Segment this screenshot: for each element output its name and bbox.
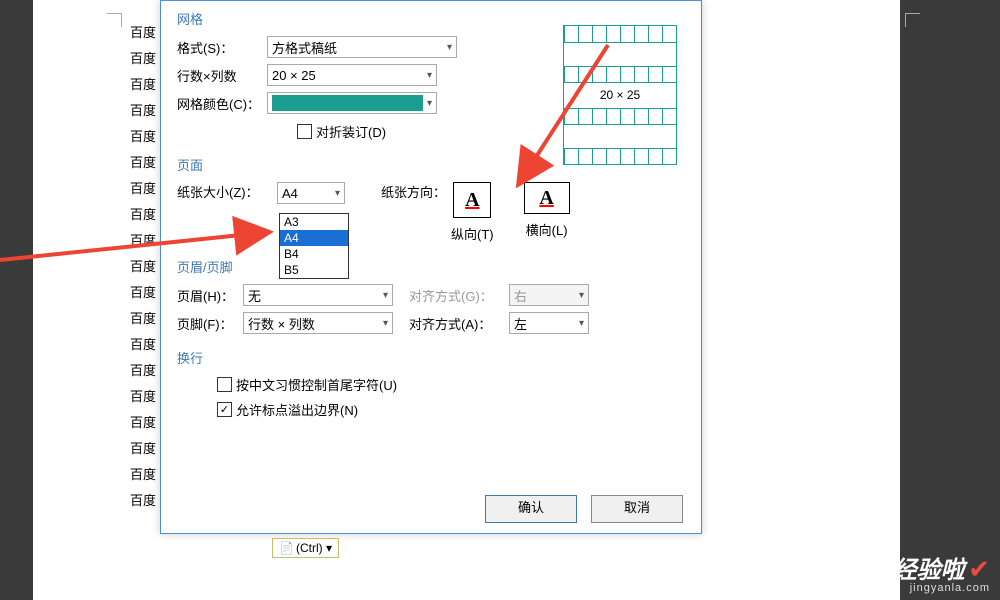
crop-mark-left	[107, 13, 125, 31]
bg-line: 百度	[130, 72, 156, 98]
header-label: 页眉(H)：	[177, 286, 243, 305]
bg-line: 百度	[130, 358, 156, 384]
color-swatch	[272, 95, 423, 111]
bg-line: 百度	[130, 306, 156, 332]
check-icon: ✔	[968, 554, 990, 584]
header-combo[interactable]: 无 ▾	[243, 284, 393, 306]
fold-binding-label: 对折装订(D)	[316, 122, 386, 141]
paper-size-label: 纸张大小(Z)：	[177, 182, 277, 201]
footer-combo[interactable]: 行数 × 列数 ▾	[243, 312, 393, 334]
paste-options-tag[interactable]: 📄 (Ctrl) ▾	[272, 538, 339, 558]
rowcol-label: 行数×列数	[177, 66, 267, 85]
manuscript-settings-dialog: 网格 格式(S)： 方格式稿纸 ▾ 行数×列数 20 × 25 ▾ 网格颜色(C…	[160, 0, 702, 534]
bg-line: 百度	[130, 228, 156, 254]
grid-preview-label: 20 × 25	[564, 88, 676, 102]
rowcol-combo[interactable]: 20 × 25 ▾	[267, 64, 437, 86]
paper-size-combo[interactable]: A4 ▾	[277, 182, 345, 204]
ok-button[interactable]: 确认	[485, 495, 577, 523]
landscape-option[interactable]: A 横向(L)	[524, 182, 570, 239]
chevron-down-icon: ▾	[427, 70, 432, 81]
bg-line: 百度	[130, 202, 156, 228]
header-align-label: 对齐方式(G)：	[409, 286, 509, 305]
landscape-label: 横向(L)	[526, 220, 568, 239]
bg-line: 百度	[130, 20, 156, 46]
paper-size-option-b4[interactable]: B4	[280, 246, 348, 262]
header-align-combo: 右 ▾	[509, 284, 589, 306]
grid-color-label: 网格颜色(C)：	[177, 94, 267, 113]
footer-align-label: 对齐方式(A)：	[409, 314, 509, 333]
format-combo[interactable]: 方格式稿纸 ▾	[267, 36, 457, 58]
clipboard-icon: 📄	[279, 541, 294, 555]
bg-line: 百度	[130, 332, 156, 358]
footer-label: 页脚(F)：	[177, 314, 243, 333]
wrap-section-title: 换行	[177, 348, 685, 367]
ctrl-label: (Ctrl) ▾	[296, 541, 332, 555]
background-text: 百度 百度 百度 百度 百度 百度 百度 百度 百度 百度 百度 百度 百度 百…	[130, 20, 156, 514]
fold-binding-checkbox[interactable]: 对折装订(D)	[297, 122, 386, 141]
chevron-down-icon: ▾	[383, 318, 388, 329]
header-footer-section: 页眉/页脚 页眉(H)： 无 ▾ 对齐方式(G)： 右 ▾ 页脚(F)： 行数 …	[161, 249, 701, 334]
paper-size-option-a3[interactable]: A3	[280, 214, 348, 230]
chevron-down-icon: ▾	[427, 98, 432, 109]
bg-line: 百度	[130, 436, 156, 462]
bg-line: 百度	[130, 176, 156, 202]
footer-align-value: 左	[514, 314, 527, 333]
paper-size-dropdown[interactable]: A3 A4 B4 B5	[279, 213, 349, 279]
format-label: 格式(S)：	[177, 38, 267, 57]
portrait-option[interactable]: A 纵向(T)	[451, 182, 494, 243]
watermark-url: jingyanla.com	[893, 583, 990, 594]
paper-size-option-b5[interactable]: B5	[280, 262, 348, 278]
checkbox-box-icon	[297, 124, 312, 139]
bg-line: 百度	[130, 462, 156, 488]
portrait-label: 纵向(T)	[451, 224, 494, 243]
header-align-value: 右	[514, 286, 527, 305]
portrait-icon: A	[453, 182, 491, 218]
orientation-label: 纸张方向：	[381, 182, 451, 201]
bg-line: 百度	[130, 46, 156, 72]
grid-preview: 20 × 25	[563, 25, 677, 165]
bg-line: 百度	[130, 254, 156, 280]
cancel-button[interactable]: 取消	[591, 495, 683, 523]
paper-size-value: A4	[282, 186, 298, 201]
chevron-down-icon: ▾	[447, 42, 452, 53]
checkbox-box-icon	[217, 377, 232, 392]
chevron-down-icon: ▾	[579, 290, 584, 301]
bg-line: 百度	[130, 488, 156, 514]
landscape-icon: A	[524, 182, 570, 214]
bg-line: 百度	[130, 124, 156, 150]
paper-size-option-a4[interactable]: A4	[280, 230, 348, 246]
bg-line: 百度	[130, 384, 156, 410]
overflow-checkbox[interactable]: ✓ 允许标点溢出边界(N)	[217, 400, 358, 419]
chevron-down-icon: ▾	[335, 188, 340, 199]
header-value: 无	[248, 286, 261, 305]
crop-mark-right	[902, 13, 920, 31]
hf-section-title: 页眉/页脚	[177, 257, 685, 276]
punct-control-checkbox[interactable]: 按中文习惯控制首尾字符(U)	[217, 375, 397, 394]
punct-control-label: 按中文习惯控制首尾字符(U)	[236, 375, 397, 394]
bg-line: 百度	[130, 98, 156, 124]
bg-line: 百度	[130, 280, 156, 306]
checkbox-checked-icon: ✓	[217, 402, 232, 417]
chevron-down-icon: ▾	[579, 318, 584, 329]
watermark-text: 经验啦	[893, 557, 965, 584]
dialog-button-bar: 确认 取消	[485, 495, 683, 523]
wrap-section: 换行 按中文习惯控制首尾字符(U) ✓ 允许标点溢出边界(N)	[161, 340, 701, 419]
footer-value: 行数 × 列数	[248, 314, 315, 333]
chevron-down-icon: ▾	[383, 290, 388, 301]
bg-line: 百度	[130, 410, 156, 436]
watermark: 经验啦 ✔ jingyanla.com	[893, 556, 990, 594]
format-value: 方格式稿纸	[272, 38, 337, 57]
footer-align-combo[interactable]: 左 ▾	[509, 312, 589, 334]
overflow-label: 允许标点溢出边界(N)	[236, 400, 358, 419]
rowcol-value: 20 × 25	[272, 68, 316, 83]
bg-line: 百度	[130, 150, 156, 176]
grid-color-combo[interactable]: ▾	[267, 92, 437, 114]
